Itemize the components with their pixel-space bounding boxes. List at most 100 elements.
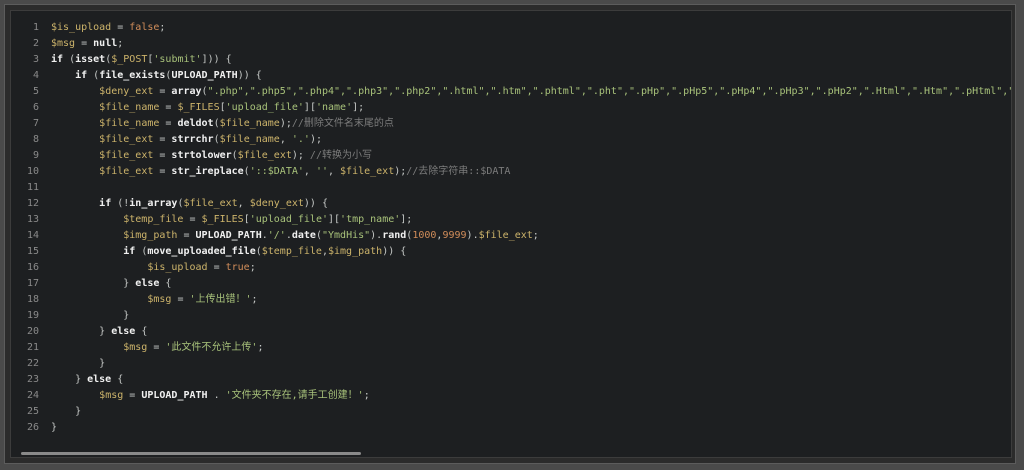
code-token: $file_ext: [99, 134, 154, 145]
code-token: =: [159, 102, 178, 113]
code-token: }: [51, 374, 88, 385]
line-number: 10: [26, 166, 39, 177]
code-token: "YmdHis": [321, 230, 371, 241]
line-number: 13: [26, 214, 39, 225]
code-token: ).: [370, 230, 383, 241]
code-token: (: [87, 70, 100, 81]
code-token: $file_ext: [99, 166, 154, 177]
code-token: =: [153, 134, 172, 145]
code-token: $file_name: [219, 118, 280, 129]
code-token: $temp_file: [261, 246, 322, 257]
code-token: =: [177, 230, 196, 241]
code-token: if: [123, 246, 136, 257]
code-token: ;: [257, 342, 264, 353]
line-number: 16: [26, 262, 39, 273]
code-token: $file_name: [99, 118, 160, 129]
line-number: 22: [26, 358, 39, 369]
code-token: ".php",".php5",".php4",".php3",".php2","…: [207, 86, 1012, 97]
code-token: ,: [279, 134, 292, 145]
code-token: str_ireplace: [171, 166, 244, 177]
line-number: 1: [32, 22, 39, 33]
code-token: (: [63, 54, 76, 65]
code-token: =: [153, 86, 172, 97]
code-token: 'upload_file': [249, 214, 328, 225]
code-token: deldot: [177, 118, 214, 129]
code-line: 25 }: [11, 404, 1011, 420]
code-token: ][: [328, 214, 341, 225]
code-token: $msg: [123, 342, 148, 353]
code-token: false: [129, 22, 160, 33]
code-token: UPLOAD_PATH: [195, 230, 262, 241]
code-token: )) {: [237, 70, 262, 81]
code-token: 'submit': [153, 54, 202, 65]
line-number: 15: [26, 246, 39, 257]
code-token: (: [135, 246, 148, 257]
code-token: '文件夹不存在,请手工创建！': [225, 390, 364, 401]
line-number: 4: [32, 70, 39, 81]
code-token: ;: [159, 22, 166, 33]
line-number: 14: [26, 230, 39, 241]
code-token: 'tmp_name': [340, 214, 401, 225]
line-number: 19: [26, 310, 39, 321]
code-token: ];: [400, 214, 413, 225]
code-token: null: [93, 38, 118, 49]
code-token: {: [111, 374, 124, 385]
code-token: '上传出错！': [189, 294, 252, 305]
code-token: strrchr: [171, 134, 214, 145]
code-token: ][: [303, 102, 316, 113]
code-token: =: [183, 214, 202, 225]
code-token: 1000: [412, 230, 437, 241]
code-token: else: [135, 278, 160, 289]
code-token: if: [51, 54, 64, 65]
code-token: =: [147, 342, 166, 353]
code-token: $file_ext: [237, 150, 292, 161]
code-token: $temp_file: [123, 214, 184, 225]
code-token: $file_ext: [478, 230, 533, 241]
code-line: 13 $temp_file = $_FILES['upload_file']['…: [11, 212, 1011, 228]
code-viewer-frame: 1 $is_upload = false; 2 $msg = null; 3 if (is…: [4, 4, 1016, 464]
code-line: 14 $img_path = UPLOAD_PATH.'/'.date("Ymd…: [11, 228, 1011, 244]
code-line: 21 $msg = '此文件不允许上传';: [11, 340, 1011, 356]
code-token: $deny_ext: [99, 86, 154, 97]
code-token: ;: [117, 38, 124, 49]
code-token: $_FILES: [201, 214, 244, 225]
code-token: =: [75, 38, 94, 49]
code-token: file_exists: [99, 70, 166, 81]
code-token: '::$DATA': [249, 166, 304, 177]
code-line: 2 $msg = null;: [11, 36, 1011, 52]
code-token: '': [315, 166, 328, 177]
code-line: 1 $is_upload = false;: [11, 20, 1011, 36]
code-line: 16 $is_upload = true;: [11, 260, 1011, 276]
code-token: ,: [237, 198, 250, 209]
line-number: 11: [26, 182, 39, 193]
code-token: (!: [111, 198, 130, 209]
code-token: $_FILES: [177, 102, 220, 113]
horizontal-scrollbar[interactable]: [21, 452, 361, 455]
code-token: //去除字符串::$DATA: [406, 166, 511, 177]
code-token: 'name': [315, 102, 353, 113]
code-token: );: [394, 166, 407, 177]
code-editor[interactable]: 1 $is_upload = false; 2 $msg = null; 3 if (is…: [10, 10, 1012, 458]
code-token: //删除文件名末尾的点: [291, 118, 394, 129]
code-token: else: [111, 326, 136, 337]
code-token: if: [99, 198, 112, 209]
code-line: 3 if (isset($_POST['submit'])) {: [11, 52, 1011, 68]
code-line: 12 if (!in_array($file_ext, $deny_ext)) …: [11, 196, 1011, 212]
code-token: $is_upload: [147, 262, 208, 273]
line-number: 21: [26, 342, 39, 353]
code-token: $msg: [51, 38, 76, 49]
code-token: =: [207, 262, 226, 273]
code-token: isset: [75, 54, 106, 65]
code-line: 7 $file_name = deldot($file_name);//删除文件…: [11, 116, 1011, 132]
code-token: =: [153, 150, 172, 161]
line-number: 5: [32, 86, 39, 97]
line-number: 3: [32, 54, 39, 65]
